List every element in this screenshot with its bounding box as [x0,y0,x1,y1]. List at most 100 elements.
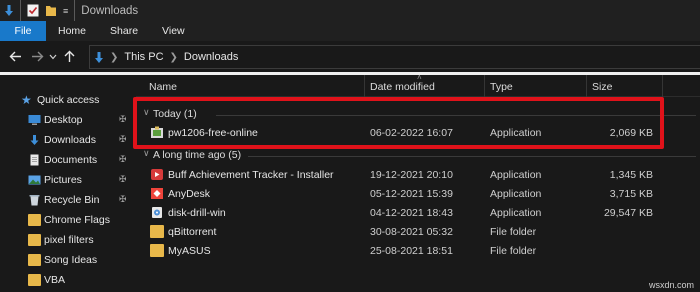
file-date: 30-08-2021 05:32 [370,226,453,238]
file-name: AnyDesk [168,188,211,200]
desktop-icon [28,114,41,126]
file-type: Application [490,207,542,219]
column-header-name[interactable]: Name [149,81,177,93]
recycle-bin-icon [28,194,41,206]
navigation-pane: ★ Quick access Desktop ✠ Downloads ✠ Doc… [0,75,136,292]
window-title: Downloads [81,4,139,17]
folder-icon [150,244,164,257]
watermark: wsxdn.com [648,280,694,290]
group-divider [248,156,696,157]
breadcrumb-chevron-icon[interactable]: ❯ [110,52,118,63]
breadcrumb-chevron-icon[interactable]: ❯ [170,52,178,63]
sidebar-item-label: Pictures [44,174,82,186]
sidebar-item-label: Recycle Bin [44,194,100,206]
file-name: MyASUS [168,245,211,257]
downloads-icon [28,134,41,146]
file-type: File folder [490,226,537,238]
file-type: File folder [490,245,537,257]
sidebar-item-label: Downloads [44,134,96,146]
recent-locations-chevron-icon[interactable] [48,46,58,68]
column-divider[interactable] [364,75,365,97]
file-date: 04-12-2021 18:43 [370,207,453,219]
table-row[interactable]: disk-drill-win 04-12-2021 18:43 Applicat… [136,203,700,222]
customize-toolbar-chevron-icon[interactable]: ≡ [63,0,68,21]
downloads-location-icon [94,51,104,64]
ribbon-tabs: File Home Share View [0,21,700,41]
pin-icon[interactable]: ✠ [119,114,127,125]
forward-arrow-icon[interactable] [26,46,48,68]
folder-icon [28,234,41,246]
file-size: 29,547 KB [603,207,653,219]
disk-drill-icon [150,206,164,219]
sidebar-item-song-ideas[interactable]: Song Ideas [0,250,136,270]
file-date: 05-12-2021 15:39 [370,188,453,200]
pictures-icon [28,174,41,186]
file-name: disk-drill-win [168,207,226,219]
sidebar-item-chrome-flags[interactable]: Chrome Flags [0,210,136,230]
column-divider[interactable] [662,75,663,97]
highlight-box [133,97,664,149]
column-header-type[interactable]: Type [490,81,513,93]
back-arrow-icon[interactable] [4,46,26,68]
address-bar[interactable]: ❯ This PC ❯ Downloads [89,45,700,69]
column-divider[interactable] [586,75,587,97]
sidebar-item-label: VBA [44,274,66,286]
documents-icon [28,154,41,166]
properties-checkmark-icon[interactable] [27,0,39,21]
table-row[interactable]: MyASUS 25-08-2021 18:51 File folder [136,241,700,260]
tab-file[interactable]: File [0,21,46,41]
sidebar-item-pictures[interactable]: Pictures ✠ [0,170,136,190]
folder-icon [150,225,164,238]
file-name: qBittorrent [168,226,217,238]
buff-app-icon [150,168,164,181]
explorer-down-arrow-icon[interactable] [4,0,14,21]
column-divider[interactable] [484,75,485,97]
file-type: Application [490,169,542,181]
file-name: Buff Achievement Tracker - Installer [168,169,334,181]
folder-icon [28,254,41,266]
sidebar-item-quick-access[interactable]: ★ Quick access [0,90,136,110]
column-header-size[interactable]: Size [592,81,612,93]
breadcrumb-downloads[interactable]: Downloads [184,51,238,63]
table-row[interactable]: Buff Achievement Tracker - Installer 19-… [136,165,700,184]
toolbar-separator [74,0,76,21]
pin-icon[interactable]: ✠ [119,154,127,165]
column-headers: ˄ Name Date modified Type Size [136,73,700,97]
group-label: A long time ago (5) [153,149,242,161]
table-row[interactable]: qBittorrent 30-08-2021 05:32 File folder [136,222,700,241]
tab-home[interactable]: Home [46,21,98,41]
sidebar-item-desktop[interactable]: Desktop ✠ [0,110,136,130]
star-icon: ★ [21,93,32,107]
navigation-bar: ❯ This PC ❯ Downloads [0,41,700,72]
sidebar-item-label: Quick access [37,94,100,106]
folder-icon [28,214,41,226]
file-size: 3,715 KB [609,188,653,200]
tab-share[interactable]: Share [98,21,150,41]
anydesk-icon [150,187,164,200]
sidebar-item-pixel-filters[interactable]: pixel filters [0,230,136,250]
file-date: 19-12-2021 20:10 [370,169,453,181]
sidebar-item-downloads[interactable]: Downloads ✠ [0,130,136,150]
sidebar-item-label: pixel filters [44,234,94,246]
column-header-date[interactable]: Date modified [370,81,435,93]
up-arrow-icon[interactable] [58,46,80,68]
file-date: 25-08-2021 18:51 [370,245,453,257]
breadcrumb-this-pc[interactable]: This PC [124,51,163,63]
pin-icon[interactable]: ✠ [119,174,127,185]
tab-view[interactable]: View [150,21,197,41]
sidebar-item-recycle-bin[interactable]: Recycle Bin ✠ [0,190,136,210]
sidebar-item-label: Desktop [44,114,83,126]
title-bar: ≡ Downloads [0,0,700,21]
chevron-down-icon[interactable]: ∨ [143,148,150,159]
sidebar-item-documents[interactable]: Documents ✠ [0,150,136,170]
new-folder-icon[interactable] [45,0,57,21]
sidebar-item-label: Song Ideas [44,254,98,266]
table-row[interactable]: AnyDesk 05-12-2021 15:39 Application 3,7… [136,184,700,203]
pin-icon[interactable]: ✠ [119,134,127,145]
pin-icon[interactable]: ✠ [119,194,127,205]
toolbar-separator [20,0,21,21]
quick-access-toolbar: ≡ [4,0,81,21]
folder-icon [28,274,41,286]
sidebar-item-vba[interactable]: VBA [0,270,136,290]
sidebar-item-label: Chrome Flags [44,214,110,226]
